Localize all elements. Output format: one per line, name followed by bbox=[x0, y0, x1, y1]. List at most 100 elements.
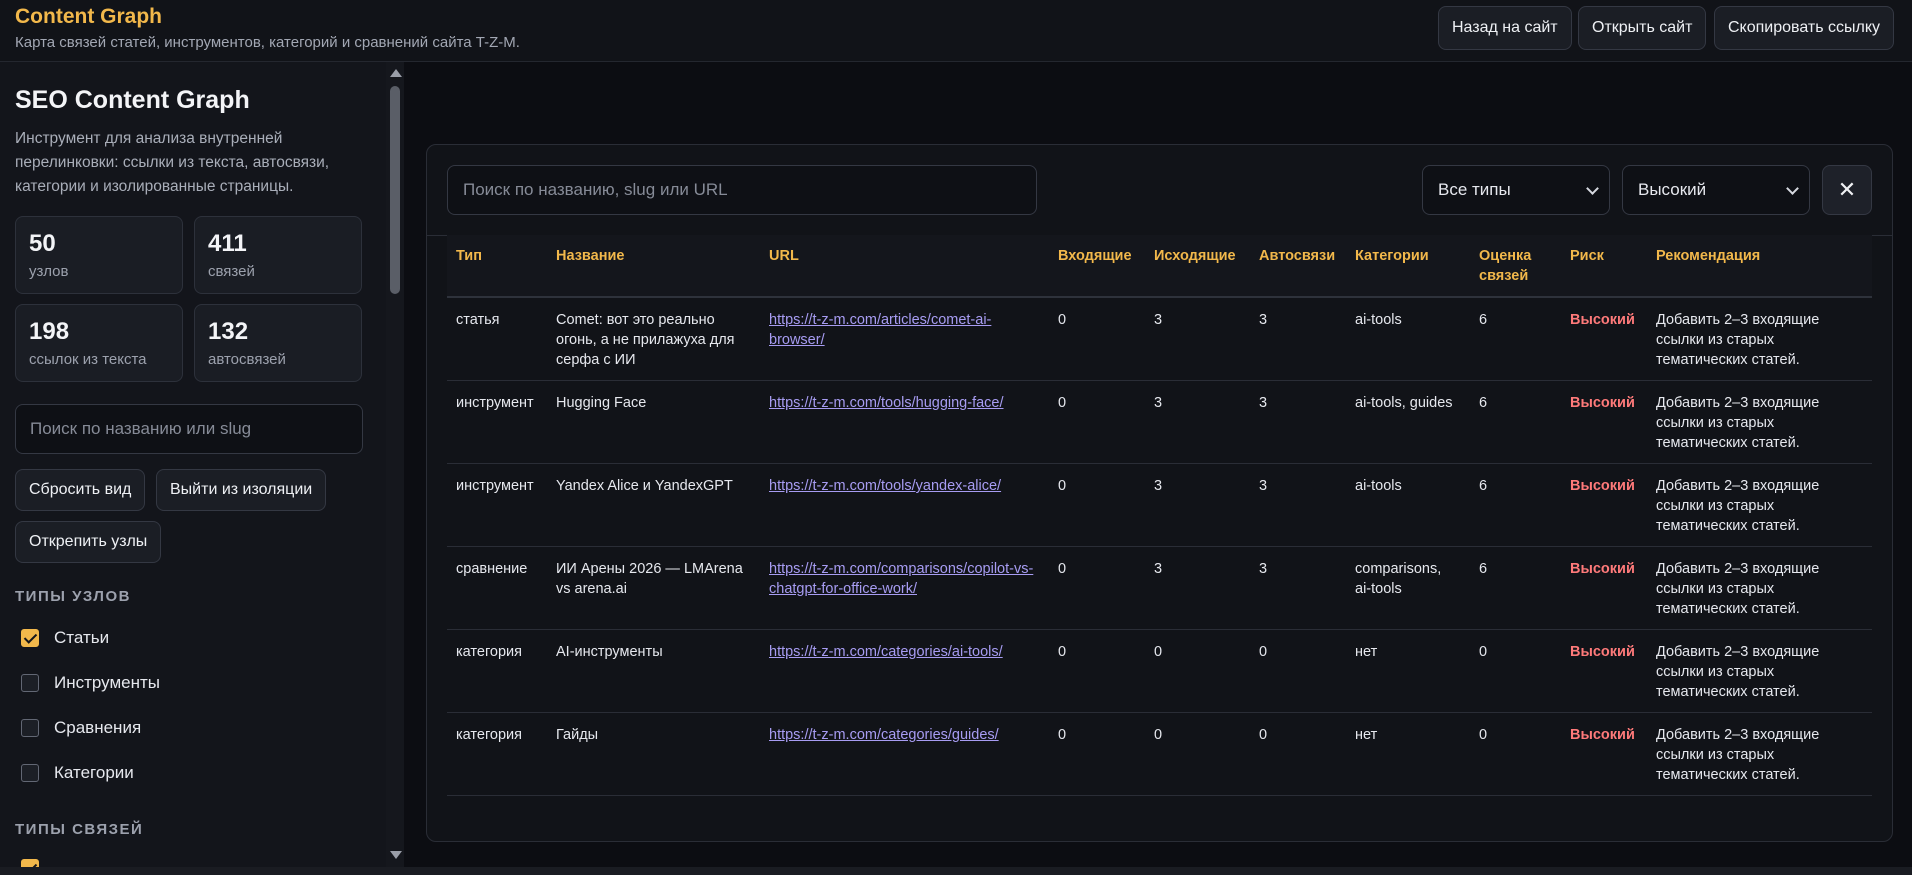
scroll-up-arrow-icon[interactable] bbox=[390, 69, 402, 77]
scrollbar-thumb[interactable] bbox=[390, 86, 400, 294]
checkbox-checked[interactable] bbox=[21, 859, 39, 867]
type-filter-value: Все типы bbox=[1438, 180, 1511, 199]
url-link[interactable]: https://t-z-m.com/comparisons/copilot-vs… bbox=[769, 561, 1033, 597]
risk-filter-value: Высокий bbox=[1638, 180, 1707, 199]
cell-recommendation: Добавить 2–3 входящие ссылки из старых т… bbox=[1647, 629, 1872, 713]
cell-url: https://t-z-m.com/tools/yandex-alice/ bbox=[760, 463, 1049, 547]
sidebar-title: SEO Content Graph bbox=[15, 86, 250, 114]
column-header-score[interactable]: Оценка связей bbox=[1470, 235, 1561, 298]
column-header-incoming[interactable]: Входящие bbox=[1049, 235, 1145, 298]
checkbox-label: Статьи bbox=[54, 628, 110, 647]
checkbox[interactable] bbox=[21, 764, 39, 782]
cell-score: 0 bbox=[1470, 712, 1561, 796]
cell-url: https://t-z-m.com/categories/guides/ bbox=[760, 712, 1049, 796]
cell-auto-links: 3 bbox=[1250, 463, 1346, 547]
table-search-input[interactable] bbox=[447, 165, 1037, 215]
url-link[interactable]: https://t-z-m.com/tools/hugging-face/ bbox=[769, 395, 1004, 411]
cell-type: сравнение bbox=[447, 546, 547, 630]
stat-card-text-links: 198 ссылок из текста bbox=[15, 304, 183, 382]
chevron-down-icon bbox=[1586, 182, 1599, 195]
checkbox[interactable] bbox=[21, 674, 39, 692]
cell-categories: ai-tools bbox=[1346, 463, 1470, 547]
cell-auto-links: 3 bbox=[1250, 546, 1346, 630]
column-header-auto-links[interactable]: Автосвязи bbox=[1250, 235, 1346, 298]
url-link[interactable]: https://t-z-m.com/categories/guides/ bbox=[769, 727, 999, 743]
clear-filters-close-icon[interactable]: ✕ bbox=[1822, 165, 1872, 215]
cell-url: https://t-z-m.com/categories/ai-tools/ bbox=[760, 629, 1049, 713]
column-header-name[interactable]: Название bbox=[547, 235, 760, 298]
open-site-button[interactable]: Открыть сайт bbox=[1578, 6, 1707, 50]
cell-score: 6 bbox=[1470, 380, 1561, 464]
cell-outgoing: 3 bbox=[1145, 546, 1250, 630]
cell-outgoing: 3 bbox=[1145, 380, 1250, 464]
cell-risk: Высокий bbox=[1561, 297, 1647, 381]
sidebar-scrollbar[interactable] bbox=[386, 62, 404, 867]
cell-outgoing: 0 bbox=[1145, 629, 1250, 713]
cell-recommendation: Добавить 2–3 входящие ссылки из старых т… bbox=[1647, 380, 1872, 464]
reset-view-button[interactable]: Сбросить вид bbox=[15, 469, 146, 511]
sidebar-search-input[interactable] bbox=[15, 404, 363, 454]
cell-auto-links: 0 bbox=[1250, 712, 1346, 796]
url-link[interactable]: https://t-z-m.com/tools/yandex-alice/ bbox=[769, 478, 1001, 494]
cell-name: Гайды bbox=[547, 712, 760, 796]
content-table-panel: Все типы Высокий ✕ Тип Название URL Вход… bbox=[426, 144, 1893, 842]
column-header-url[interactable]: URL bbox=[760, 235, 1049, 298]
cell-recommendation: Добавить 2–3 входящие ссылки из старых т… bbox=[1647, 463, 1872, 547]
copy-link-button[interactable]: Скопировать ссылку bbox=[1714, 6, 1895, 50]
stat-card-auto-links: 132 автосвязей bbox=[194, 304, 362, 382]
cell-score: 6 bbox=[1470, 463, 1561, 547]
taskbar-strip bbox=[0, 867, 1912, 875]
back-to-site-button[interactable]: Назад на сайт bbox=[1438, 6, 1572, 50]
stat-value: 411 bbox=[208, 230, 247, 257]
checkbox[interactable] bbox=[21, 719, 39, 737]
column-header-risk[interactable]: Риск bbox=[1561, 235, 1647, 298]
unpin-nodes-button[interactable]: Открепить узлы bbox=[15, 521, 162, 563]
cell-url: https://t-z-m.com/articles/comet-ai-brow… bbox=[760, 297, 1049, 381]
table-row[interactable]: инструмент Hugging Face https://t-z-m.co… bbox=[447, 380, 1872, 464]
cell-recommendation: Добавить 2–3 входящие ссылки из старых т… bbox=[1647, 546, 1872, 630]
url-link[interactable]: https://t-z-m.com/articles/comet-ai-brow… bbox=[769, 312, 991, 348]
cell-type: категория bbox=[447, 712, 547, 796]
cell-risk: Высокий bbox=[1561, 463, 1647, 547]
cell-auto-links: 0 bbox=[1250, 629, 1346, 713]
cell-name: Comet: вот это реально огонь, а не прила… bbox=[547, 297, 760, 381]
sidebar-description: Инструмент для анализа внутренней перели… bbox=[15, 130, 330, 195]
checkbox-checked[interactable] bbox=[21, 629, 39, 647]
url-link[interactable]: https://t-z-m.com/categories/ai-tools/ bbox=[769, 644, 1003, 660]
cell-score: 6 bbox=[1470, 546, 1561, 630]
scroll-down-arrow-icon[interactable] bbox=[390, 851, 402, 859]
cell-incoming: 0 bbox=[1049, 546, 1145, 630]
cell-type: статья bbox=[447, 297, 547, 381]
checkbox-label: Инструменты bbox=[54, 673, 161, 692]
risk-filter-select[interactable]: Высокий bbox=[1622, 165, 1810, 215]
link-types-heading: ТИПЫ СВЯЗЕЙ bbox=[15, 821, 144, 838]
column-header-categories[interactable]: Категории bbox=[1346, 235, 1470, 298]
cell-outgoing: 3 bbox=[1145, 297, 1250, 381]
cell-recommendation: Добавить 2–3 входящие ссылки из старых т… bbox=[1647, 712, 1872, 796]
top-bar: Content Graph Карта связей статей, инстр… bbox=[0, 0, 1912, 62]
table-row[interactable]: категория Гайды https://t-z-m.com/catego… bbox=[447, 712, 1872, 796]
stat-label: связей bbox=[208, 263, 255, 280]
table-row[interactable]: статья Comet: вот это реально огонь, а н… bbox=[447, 297, 1872, 381]
type-filter-select[interactable]: Все типы bbox=[1422, 165, 1610, 215]
exit-isolation-button[interactable]: Выйти из изоляции bbox=[156, 469, 327, 511]
app-title: Content Graph bbox=[15, 5, 162, 28]
column-header-type[interactable]: Тип bbox=[447, 235, 547, 298]
table-row[interactable]: категория AI-инструменты https://t-z-m.c… bbox=[447, 629, 1872, 713]
app-subtitle: Карта связей статей, инструментов, катег… bbox=[15, 34, 520, 51]
table-row[interactable]: сравнение ИИ Арены 2026 — LMArena vs are… bbox=[447, 546, 1872, 630]
cell-risk: Высокий bbox=[1561, 546, 1647, 630]
checkbox-label: Категории bbox=[54, 763, 134, 782]
cell-risk: Высокий bbox=[1561, 380, 1647, 464]
stat-value: 198 bbox=[29, 318, 70, 345]
cell-outgoing: 3 bbox=[1145, 463, 1250, 547]
cell-recommendation: Добавить 2–3 входящие ссылки из старых т… bbox=[1647, 297, 1872, 381]
stat-card-links: 411 связей bbox=[194, 216, 362, 294]
cell-incoming: 0 bbox=[1049, 712, 1145, 796]
table-row[interactable]: инструмент Yandex Alice и YandexGPT http… bbox=[447, 463, 1872, 547]
cell-risk: Высокий bbox=[1561, 712, 1647, 796]
column-header-outgoing[interactable]: Исходящие bbox=[1145, 235, 1250, 298]
cell-name: AI-инструменты bbox=[547, 629, 760, 713]
stat-label: автосвязей bbox=[208, 351, 286, 368]
column-header-recommendation[interactable]: Рекомендация bbox=[1647, 235, 1872, 298]
